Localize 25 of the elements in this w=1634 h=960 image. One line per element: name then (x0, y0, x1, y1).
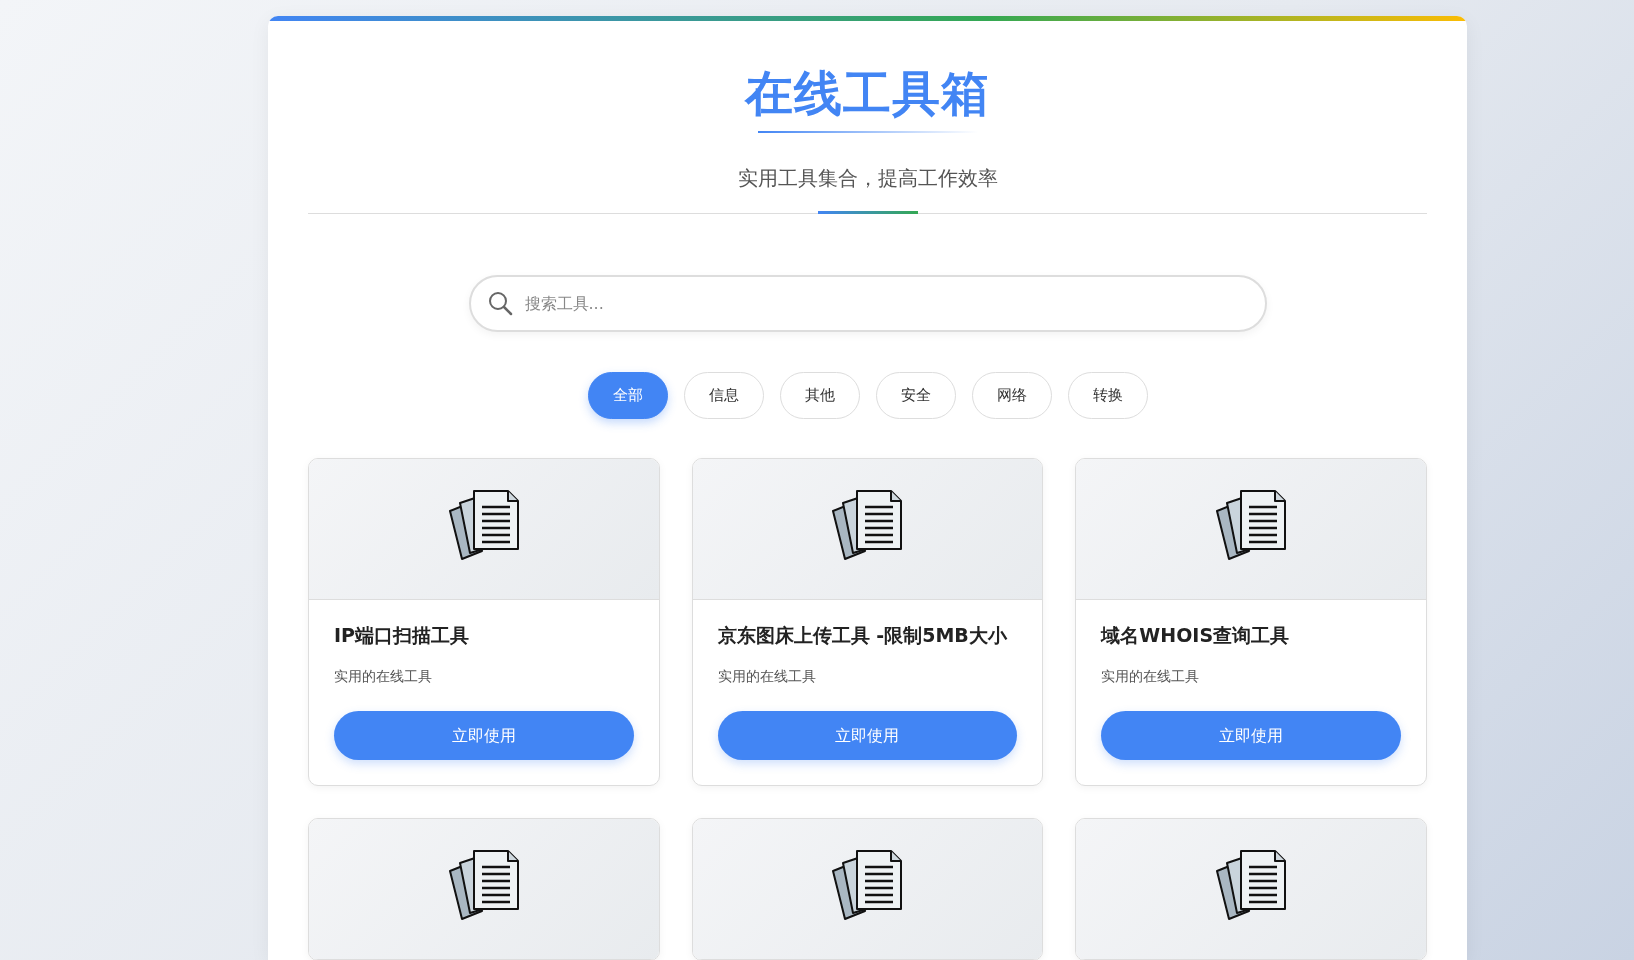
documents-icon (1215, 849, 1288, 922)
documents-icon (447, 488, 520, 561)
card-description: 实用的在线工具 (717, 667, 817, 687)
search-icon (486, 289, 513, 316)
card-description: 实用的在线工具 (1101, 667, 1201, 687)
filter-tab[interactable]: 网络 (971, 371, 1052, 419)
documents-icon (831, 488, 904, 561)
card-title: IP端口扫描工具 (334, 623, 470, 647)
card-title: 域名WHOIS查询工具 (1101, 623, 1291, 647)
search-field[interactable]: 搜索工具... (468, 274, 1267, 332)
documents-icon (831, 849, 904, 922)
documents-icon (447, 849, 520, 922)
page-title: 在线工具箱 (745, 65, 990, 123)
filter-tab[interactable]: 转换 (1067, 371, 1148, 419)
filter-tab[interactable]: 全部 (587, 371, 668, 419)
card-description: 实用的在线工具 (334, 667, 433, 687)
use-button[interactable]: 立即使用 (1101, 711, 1401, 761)
filter-tab[interactable]: 信息 (683, 371, 764, 419)
page-subtitle: 实用工具集合，提高工作效率 (736, 164, 999, 192)
documents-icon (1215, 488, 1288, 561)
card-title: 京东图床上传工具 -限制5MB大小 (717, 623, 1008, 647)
use-button[interactable]: 立即使用 (334, 711, 634, 761)
filter-tab[interactable]: 其他 (779, 371, 860, 419)
filter-tab[interactable]: 安全 (875, 371, 956, 419)
use-button[interactable]: 立即使用 (717, 711, 1018, 761)
